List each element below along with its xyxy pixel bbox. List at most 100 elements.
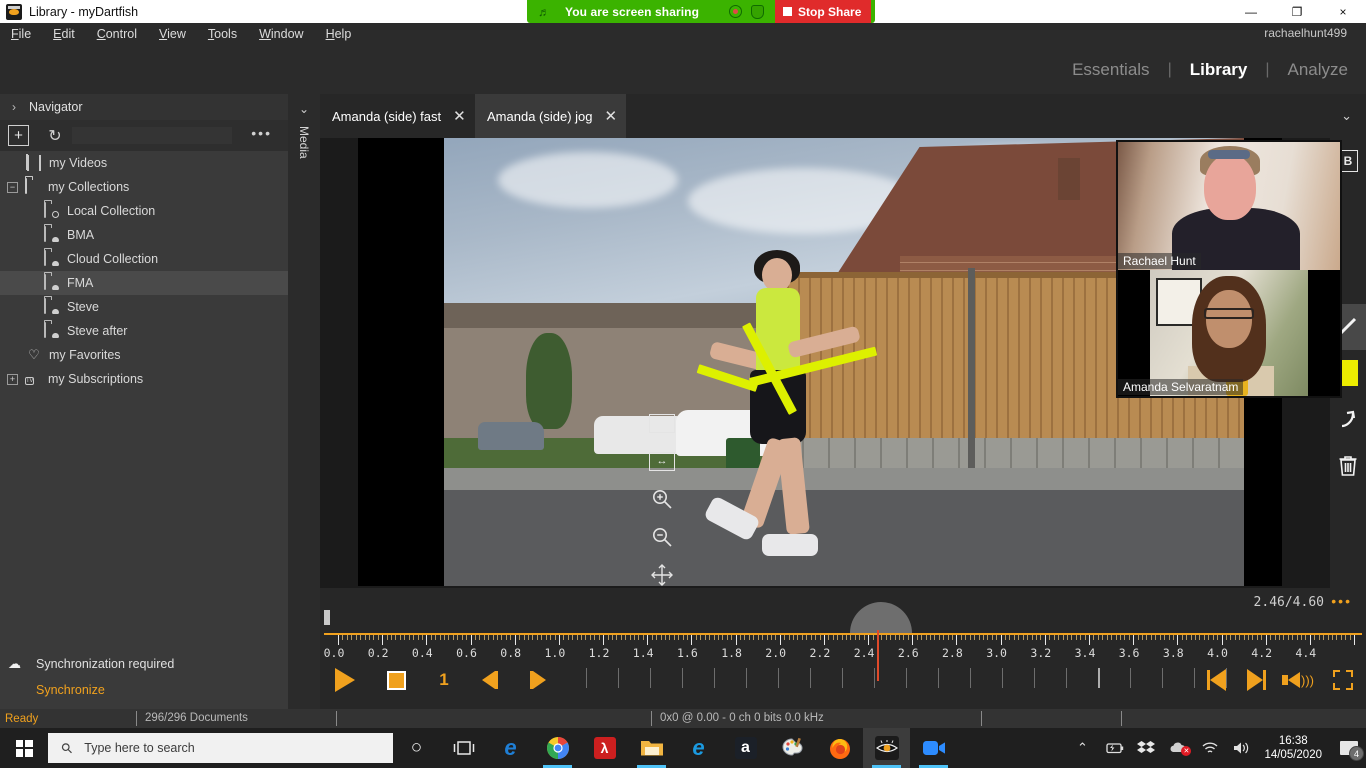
zoom-in-icon[interactable] (642, 480, 682, 518)
clip-start-marker[interactable] (324, 610, 330, 625)
menu-view[interactable]: View (148, 23, 197, 46)
acrobat-reader-icon[interactable]: λ (581, 728, 628, 768)
tree-item-my-videos[interactable]: my Videos (0, 151, 288, 175)
tree-item-my-favorites[interactable]: ♡ my Favorites (0, 343, 288, 367)
start-icon[interactable] (0, 728, 48, 768)
collapse-icon[interactable]: − (7, 181, 18, 193)
frame-tick[interactable] (1002, 668, 1003, 688)
file-explorer-icon[interactable] (628, 728, 675, 768)
frame-tick[interactable] (778, 668, 779, 688)
menu-tools[interactable]: Tools (197, 23, 248, 46)
tree-item-steve[interactable]: Steve (0, 295, 288, 319)
frame-tick[interactable] (650, 668, 651, 688)
tree-item-bma[interactable]: BMA (0, 223, 288, 247)
navigator-header[interactable]: › Navigator (0, 94, 288, 120)
frame-tick[interactable] (682, 668, 683, 688)
play-button[interactable] (320, 668, 370, 692)
video-call-overlay[interactable]: Rachael Hunt Amanda Selvaratnam (1116, 140, 1342, 398)
playhead-handle[interactable] (850, 602, 913, 633)
next-frame-button[interactable] (514, 671, 562, 689)
internet-explorer-icon[interactable]: e (675, 728, 722, 768)
tree-item-fma[interactable]: FMA (0, 271, 288, 295)
refresh-icon[interactable]: ↻ (45, 126, 65, 146)
participant-tile-amanda[interactable]: Amanda Selvaratnam (1118, 270, 1340, 396)
chrome-icon[interactable] (534, 728, 581, 768)
fit-width-icon[interactable]: ↔ (642, 442, 682, 480)
tree-item-local-collection[interactable]: Local Collection (0, 199, 288, 223)
doc-tab-amanda-side-fast[interactable]: Amanda (side) fast ✕ (320, 94, 475, 138)
frame-tick[interactable] (1130, 668, 1131, 688)
chevron-up-icon[interactable]: ⌃ (1070, 740, 1094, 756)
frame-tick[interactable] (842, 668, 843, 688)
chevron-right-icon[interactable]: › (12, 100, 16, 114)
frame-tick[interactable] (938, 668, 939, 688)
cortana-icon[interactable]: ○ (393, 728, 440, 768)
navigator-search-field[interactable] (72, 127, 232, 144)
frame-tick[interactable] (970, 668, 971, 688)
tree-item-my-subscriptions[interactable]: + TV my Subscriptions (0, 367, 288, 391)
speed-indicator[interactable]: 1 (422, 670, 466, 690)
participant-tile-rachael[interactable]: Rachael Hunt (1118, 142, 1340, 270)
more-options-icon[interactable]: ••• (251, 125, 272, 141)
frame-tick[interactable] (746, 668, 747, 688)
frame-tick[interactable] (874, 668, 875, 688)
frame-tick[interactable] (1162, 668, 1163, 688)
close-button[interactable]: × (1320, 0, 1366, 23)
stop-share-button[interactable]: Stop Share (775, 0, 872, 23)
menu-edit[interactable]: Edit (42, 23, 86, 46)
tab-analyze[interactable]: Analyze (1270, 60, 1366, 80)
volume-icon[interactable] (1230, 741, 1254, 755)
edge-icon[interactable]: e (487, 728, 534, 768)
menu-window[interactable]: Window (248, 23, 314, 46)
close-icon[interactable]: ✕ (605, 107, 618, 125)
frame-tick[interactable] (714, 668, 715, 688)
firefox-icon[interactable] (816, 728, 863, 768)
synchronize-link[interactable]: Synchronize (36, 683, 105, 697)
onedrive-error-icon[interactable]: ✕ (1166, 741, 1192, 756)
fit-height-icon[interactable]: ↕ (642, 404, 682, 442)
battery-charging-icon[interactable] (1102, 741, 1126, 755)
frame-tick[interactable] (1066, 668, 1067, 688)
tree-item-my-collections[interactable]: − my Collections (0, 175, 288, 199)
amazon-icon[interactable]: a (722, 728, 769, 768)
delete-tool[interactable] (1330, 442, 1366, 488)
shield-icon[interactable] (751, 4, 765, 19)
previous-frame-button[interactable] (466, 671, 514, 689)
record-dot-icon[interactable] (729, 5, 743, 18)
frame-tick[interactable] (1034, 668, 1035, 688)
frame-tick[interactable] (586, 668, 587, 688)
frame-tick[interactable] (906, 668, 907, 688)
add-button[interactable]: + (8, 125, 29, 146)
menu-file[interactable]: File (0, 23, 42, 46)
expand-icon[interactable]: + (7, 373, 18, 385)
chevron-down-icon[interactable]: ⌄ (1341, 108, 1352, 124)
undo-tool[interactable] (1330, 396, 1366, 442)
close-icon[interactable]: ✕ (453, 107, 466, 125)
account-name[interactable]: rachaelhunt499 (1264, 26, 1347, 40)
maximize-button[interactable]: ❐ (1274, 0, 1320, 23)
paint-icon[interactable] (769, 728, 816, 768)
frame-tick[interactable] (810, 668, 811, 688)
dropbox-icon[interactable] (1134, 740, 1158, 756)
tree-item-cloud-collection[interactable]: Cloud Collection (0, 247, 288, 271)
menu-help[interactable]: Help (315, 23, 363, 46)
chevron-down-icon[interactable]: ⌄ (288, 94, 320, 116)
menu-control[interactable]: Control (86, 23, 148, 46)
minimize-button[interactable]: — (1228, 0, 1274, 23)
skip-to-end-button[interactable] (1236, 669, 1276, 691)
dartfish-icon[interactable] (863, 728, 910, 768)
timeline-options-icon[interactable]: ••• (1331, 593, 1352, 609)
skip-to-start-button[interactable] (1196, 669, 1236, 691)
synchronize-row[interactable]: Synchronize (0, 677, 288, 703)
clock[interactable]: 16:38 14/05/2020 (1264, 734, 1322, 762)
fullscreen-button[interactable] (1320, 670, 1366, 690)
tab-library[interactable]: Library (1172, 60, 1266, 80)
task-view-icon[interactable] (440, 728, 487, 768)
doc-tab-amanda-side-jog[interactable]: Amanda (side) jog ✕ (475, 94, 626, 138)
frame-tick[interactable] (1194, 668, 1195, 688)
frame-tick[interactable] (1226, 668, 1227, 688)
tree-item-steve-after[interactable]: Steve after (0, 319, 288, 343)
zoom-out-icon[interactable] (642, 518, 682, 556)
frame-tick[interactable] (618, 668, 619, 688)
notification-center-button[interactable]: 4 (1332, 728, 1366, 768)
